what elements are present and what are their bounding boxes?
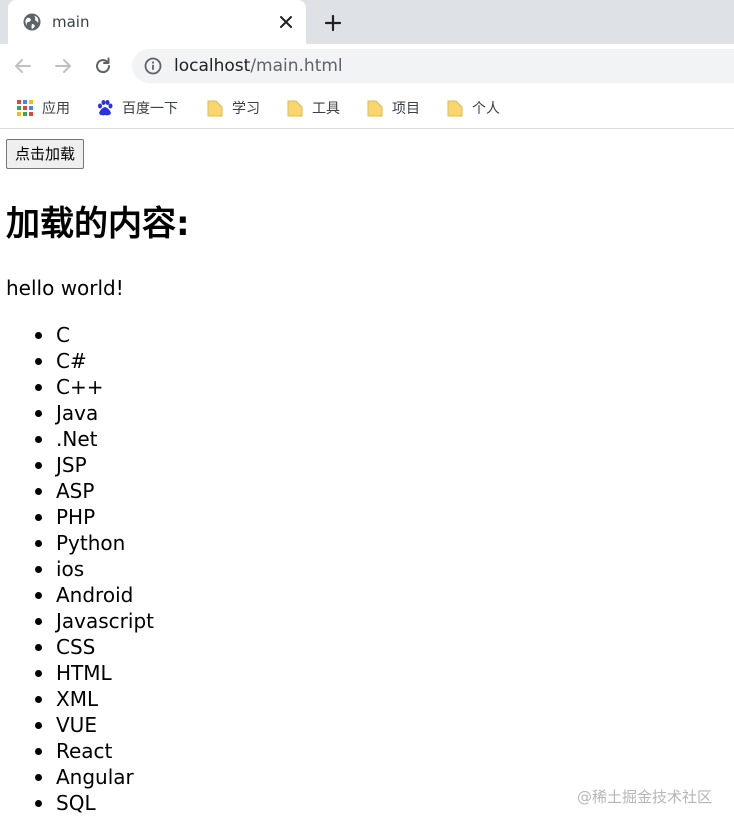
info-icon[interactable] [144,57,162,75]
list-item: Java [0,400,154,426]
back-arrow-icon[interactable] [11,54,35,78]
list-item: CSS [0,634,154,660]
bookmarks-bar: 应用 百度一下 学习 工具 项目 个人 [0,88,734,129]
list-item: .Net [0,426,154,452]
bookmark-label: 百度一下 [122,101,178,117]
url-path: /main.html [250,56,343,76]
folder-icon [206,99,224,117]
tab-title: main [52,13,90,31]
bookmark-apps[interactable]: 应用 [16,97,70,119]
bookmark-folder-tools[interactable]: 工具 [286,97,340,119]
bookmark-label: 学习 [232,101,260,117]
page-content: 点击加载 加载的内容: hello world! C C# C++ Java .Net J… [0,129,734,827]
browser-toolbar: localhost/main.html [0,44,734,88]
list-item: C# [0,348,154,374]
bookmark-folder-projects[interactable]: 项目 [366,97,420,119]
bookmark-folder-study[interactable]: 学习 [206,97,260,119]
page-heading: 加载的内容: [6,204,190,244]
list-item: XML [0,686,154,712]
bookmark-label: 工具 [312,101,340,117]
folder-icon [366,99,384,117]
tab-strip: main [0,0,734,44]
apps-grid-icon [16,99,34,117]
bookmark-label: 个人 [472,101,500,117]
reload-icon[interactable] [91,54,115,78]
list-item: C [0,322,154,348]
watermark: @稀土掘金技术社区 [576,788,712,806]
tab-main[interactable]: main [8,0,306,44]
load-button[interactable]: 点击加载 [6,139,85,169]
folder-icon [446,99,464,117]
bookmark-label: 项目 [392,101,420,117]
browser-window: main localhost/main.html 应用 百度一下 学习 工具 项… [0,0,734,827]
folder-icon [286,99,304,117]
forward-arrow-icon[interactable] [51,54,75,78]
globe-icon [22,12,42,32]
close-tab-icon[interactable] [276,12,296,32]
list-item: VUE [0,712,154,738]
list-item: C++ [0,374,154,400]
language-list: C C# C++ Java .Net JSP ASP PHP Python ios Android J… [0,322,154,816]
url-text[interactable]: localhost/main.html [174,57,343,75]
baidu-paw-icon [96,99,114,117]
url-host: localhost [174,56,251,76]
list-item: Android [0,582,154,608]
address-bar[interactable]: localhost/main.html [132,49,734,83]
list-item: Javascript [0,608,154,634]
list-item: HTML [0,660,154,686]
list-item: ios [0,556,154,582]
list-item: SQL [0,790,154,816]
bookmark-label: 应用 [42,101,70,117]
list-item: PHP [0,504,154,530]
bookmark-folder-personal[interactable]: 个人 [446,97,500,119]
new-tab-plus-icon[interactable] [320,10,346,36]
hello-text: hello world! [6,276,124,300]
list-item: React [0,738,154,764]
list-item: Angular [0,764,154,790]
list-item: Python [0,530,154,556]
bookmark-baidu[interactable]: 百度一下 [96,97,178,119]
list-item: JSP [0,452,154,478]
list-item: ASP [0,478,154,504]
